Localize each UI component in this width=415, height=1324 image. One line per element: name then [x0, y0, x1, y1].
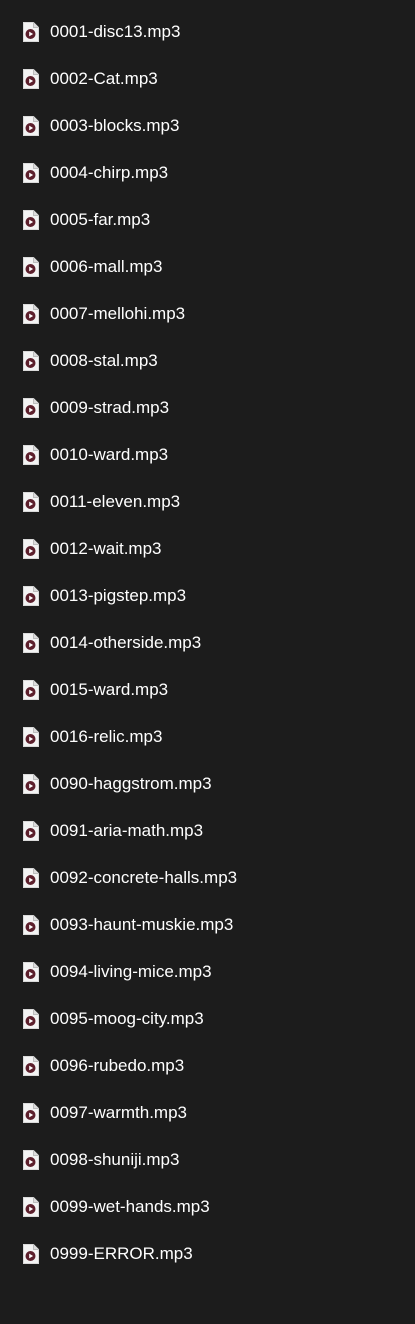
audio-file-icon [22, 773, 39, 794]
file-name: 0094-living-mice.mp3 [50, 961, 212, 981]
file-name: 0092-concrete-halls.mp3 [50, 867, 238, 887]
file-name: 0007-mellohi.mp3 [50, 303, 186, 323]
audio-file-icon [22, 115, 39, 136]
audio-file-icon [22, 256, 39, 277]
file-item[interactable]: 0014-otherside.mp3 [0, 619, 415, 666]
audio-file-icon [22, 820, 39, 841]
file-name: 0011-eleven.mp3 [50, 491, 181, 511]
file-item[interactable]: 0096-rubedo.mp3 [0, 1042, 415, 1089]
file-item[interactable]: 0093-haunt-muskie.mp3 [0, 901, 415, 948]
file-name: 0093-haunt-muskie.mp3 [50, 914, 234, 934]
audio-file-icon [22, 585, 39, 606]
file-name: 0008-stal.mp3 [50, 350, 158, 370]
audio-file-icon [22, 632, 39, 653]
file-name: 0014-otherside.mp3 [50, 632, 202, 652]
file-item[interactable]: 0016-relic.mp3 [0, 713, 415, 760]
file-name: 0095-moog-city.mp3 [50, 1008, 204, 1028]
audio-file-icon [22, 1008, 39, 1029]
audio-file-icon [22, 162, 39, 183]
audio-file-icon [22, 538, 39, 559]
audio-file-icon [22, 1102, 39, 1123]
audio-file-icon [22, 21, 39, 42]
audio-file-icon [22, 491, 39, 512]
file-item[interactable]: 0003-blocks.mp3 [0, 102, 415, 149]
file-item[interactable]: 0090-haggstrom.mp3 [0, 760, 415, 807]
file-item[interactable]: 0999-ERROR.mp3 [0, 1230, 415, 1277]
audio-file-icon [22, 68, 39, 89]
file-name: 0090-haggstrom.mp3 [50, 773, 212, 793]
file-item[interactable]: 0095-moog-city.mp3 [0, 995, 415, 1042]
file-name: 0005-far.mp3 [50, 209, 151, 229]
file-item[interactable]: 0002-Cat.mp3 [0, 55, 415, 102]
file-name: 0096-rubedo.mp3 [50, 1055, 185, 1075]
file-item[interactable]: 0009-strad.mp3 [0, 384, 415, 431]
file-item[interactable]: 0006-mall.mp3 [0, 243, 415, 290]
file-name: 0010-ward.mp3 [50, 444, 169, 464]
file-item[interactable]: 0001-disc13.mp3 [0, 8, 415, 55]
file-item[interactable]: 0092-concrete-halls.mp3 [0, 854, 415, 901]
file-name: 0091-aria-math.mp3 [50, 820, 204, 840]
file-name: 0001-disc13.mp3 [50, 21, 181, 41]
file-name: 0097-warmth.mp3 [50, 1102, 188, 1122]
audio-file-icon [22, 209, 39, 230]
audio-file-icon [22, 867, 39, 888]
file-name: 0016-relic.mp3 [50, 726, 163, 746]
audio-file-icon [22, 397, 39, 418]
file-item[interactable]: 0004-chirp.mp3 [0, 149, 415, 196]
file-list: 0001-disc13.mp3 0002-Cat.mp3 0003-blocks… [0, 0, 415, 1324]
audio-file-icon [22, 444, 39, 465]
file-item[interactable]: 0007-mellohi.mp3 [0, 290, 415, 337]
file-name: 0004-chirp.mp3 [50, 162, 169, 182]
file-item[interactable]: 0011-eleven.mp3 [0, 478, 415, 525]
file-item[interactable]: 0097-warmth.mp3 [0, 1089, 415, 1136]
file-name: 0099-wet-hands.mp3 [50, 1196, 210, 1216]
file-name: 0002-Cat.mp3 [50, 68, 158, 88]
file-item[interactable]: 0010-ward.mp3 [0, 431, 415, 478]
audio-file-icon [22, 679, 39, 700]
file-name: 0012-wait.mp3 [50, 538, 162, 558]
file-name: 0098-shuniji.mp3 [50, 1149, 180, 1169]
file-item[interactable]: 0091-aria-math.mp3 [0, 807, 415, 854]
file-item[interactable]: 0012-wait.mp3 [0, 525, 415, 572]
audio-file-icon [22, 350, 39, 371]
audio-file-icon [22, 961, 39, 982]
file-item[interactable]: 0094-living-mice.mp3 [0, 948, 415, 995]
file-item[interactable]: 0015-ward.mp3 [0, 666, 415, 713]
file-name: 0013-pigstep.mp3 [50, 585, 187, 605]
audio-file-icon [22, 1196, 39, 1217]
file-name: 0015-ward.mp3 [50, 679, 169, 699]
file-item[interactable]: 0008-stal.mp3 [0, 337, 415, 384]
audio-file-icon [22, 303, 39, 324]
file-name: 0999-ERROR.mp3 [50, 1243, 193, 1263]
file-item[interactable]: 0098-shuniji.mp3 [0, 1136, 415, 1183]
file-name: 0009-strad.mp3 [50, 397, 170, 417]
file-name: 0003-blocks.mp3 [50, 115, 180, 135]
file-item[interactable]: 0005-far.mp3 [0, 196, 415, 243]
audio-file-icon [22, 726, 39, 747]
file-item[interactable]: 0013-pigstep.mp3 [0, 572, 415, 619]
file-item[interactable]: 0099-wet-hands.mp3 [0, 1183, 415, 1230]
audio-file-icon [22, 1243, 39, 1264]
audio-file-icon [22, 1149, 39, 1170]
audio-file-icon [22, 1055, 39, 1076]
file-name: 0006-mall.mp3 [50, 256, 163, 276]
audio-file-icon [22, 914, 39, 935]
